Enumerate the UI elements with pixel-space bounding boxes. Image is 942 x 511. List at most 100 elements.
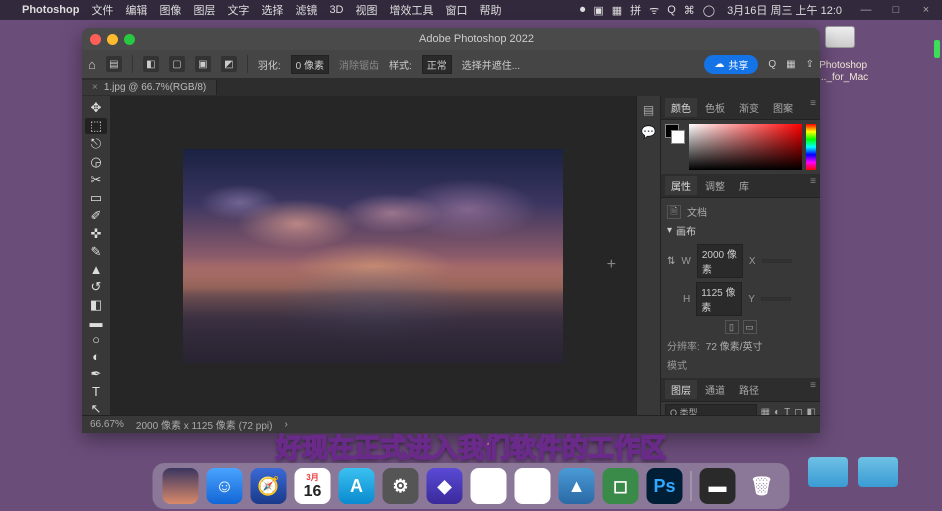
y-input[interactable] [761, 297, 791, 301]
tool-preset-icon[interactable]: ◧ [143, 56, 159, 72]
panel-menu-icon[interactable]: ≡ [810, 380, 816, 399]
tab-adjustments[interactable]: 调整 [699, 176, 731, 195]
dock-launchpad[interactable]: ▦ [515, 468, 551, 504]
layer-filter-select[interactable]: Q 类型 [665, 404, 757, 415]
workspace-icon[interactable]: ▦ [786, 59, 795, 70]
dock-finder[interactable]: ☺ [207, 468, 243, 504]
tab-properties[interactable]: 属性 [665, 176, 697, 195]
zoom-level[interactable]: 66.67% [90, 419, 124, 430]
outer-minimize-button[interactable]: — [860, 4, 872, 16]
share-button[interactable]: ☁共享 [704, 55, 758, 74]
desktop-drive[interactable] [820, 26, 860, 52]
dock-thumbnail[interactable] [163, 468, 199, 504]
status-app-icon[interactable]: ▦ [612, 4, 622, 17]
tab-layers[interactable]: 图层 [665, 380, 697, 399]
gradient-tool[interactable]: ▬ [85, 315, 107, 330]
tab-paths[interactable]: 路径 [733, 380, 765, 399]
status-stop-icon[interactable]: ▣ [593, 4, 603, 17]
lasso-tool[interactable]: ⎋ [85, 136, 107, 152]
width-input[interactable]: 2000 像素 [697, 244, 743, 278]
tab-channels[interactable]: 通道 [699, 380, 731, 399]
menu-edit[interactable]: 编辑 [125, 2, 147, 18]
cloud-docs-icon[interactable]: ▤ [106, 56, 122, 72]
comments-panel-icon[interactable]: 💬 [641, 124, 657, 140]
x-input[interactable] [762, 259, 792, 263]
dock-app4[interactable]: ◻ [603, 468, 639, 504]
new-selection-icon[interactable]: ▢ [169, 56, 185, 72]
outer-maximize-button[interactable]: □ [890, 4, 902, 16]
menu-image[interactable]: 图像 [159, 2, 181, 18]
filter-type-icon[interactable]: T [784, 407, 790, 415]
crop-tool[interactable]: ✂ [85, 172, 107, 188]
feather-input[interactable]: 0 像素 [291, 55, 329, 74]
tab-color[interactable]: 颜色 [665, 98, 697, 117]
eraser-tool[interactable]: ◧ [85, 297, 107, 313]
menu-3d[interactable]: 3D [329, 4, 343, 16]
style-select[interactable]: 正常 [422, 55, 452, 74]
filter-smart-icon[interactable]: ◧ [807, 407, 816, 415]
menu-window[interactable]: 窗口 [446, 2, 468, 18]
frame-tool[interactable]: ▭ [85, 190, 107, 206]
home-icon[interactable]: ⌂ [88, 57, 96, 72]
menu-filter[interactable]: 滤镜 [295, 2, 317, 18]
menu-type[interactable]: 文字 [227, 2, 249, 18]
select-mask-button[interactable]: 选择并遮住... [462, 57, 520, 72]
wifi-icon[interactable]: ᯤ [649, 3, 659, 18]
add-selection-icon[interactable]: ▣ [195, 56, 211, 72]
portrait-icon[interactable]: ▯ [725, 320, 739, 334]
antialias-checkbox[interactable]: 消除锯齿 [339, 57, 379, 72]
menu-help[interactable]: 帮助 [480, 2, 502, 18]
canvas-area[interactable]: + [110, 96, 636, 415]
siri-icon[interactable]: ◯ [703, 4, 715, 17]
dock-recent[interactable]: ▬ [700, 468, 736, 504]
menu-layer[interactable]: 图层 [193, 2, 215, 18]
history-panel-icon[interactable]: ▤ [641, 102, 657, 118]
share-export-icon[interactable]: ⇪ [806, 59, 814, 70]
zoom-button[interactable] [124, 34, 135, 45]
history-brush-tool[interactable]: ↺ [85, 279, 107, 295]
path-tool[interactable]: ↖ [85, 401, 107, 415]
brush-tool[interactable]: ✎ [85, 244, 107, 260]
chevron-down-icon[interactable]: ▾ [667, 225, 672, 236]
document-tab[interactable]: × 1.jpg @ 66.7%(RGB/8) [82, 80, 217, 95]
height-input[interactable]: 1125 像素 [696, 282, 742, 316]
status-ime-icon[interactable]: 拼 [630, 2, 641, 18]
ps-titlebar[interactable]: Adobe Photoshop 2022 [82, 28, 820, 50]
tab-gradients[interactable]: 渐变 [733, 98, 765, 117]
filter-shape-icon[interactable]: ◻ [794, 407, 802, 415]
type-tool[interactable]: T [85, 384, 107, 399]
marquee-tool[interactable]: ⬚ [85, 118, 107, 134]
hue-slider[interactable] [806, 124, 816, 170]
blur-tool[interactable]: ○ [85, 332, 107, 347]
dock-app1[interactable]: ◆ [427, 468, 463, 504]
color-field[interactable] [689, 124, 802, 170]
selection-tool[interactable]: ◶ [85, 154, 107, 170]
tab-patterns[interactable]: 图案 [767, 98, 799, 117]
search-icon[interactable]: Q [768, 59, 776, 70]
desktop-folder-2[interactable] [858, 457, 898, 487]
landscape-icon[interactable]: ▭ [743, 320, 757, 334]
menu-view[interactable]: 视图 [356, 2, 378, 18]
stamp-tool[interactable]: ▲ [85, 262, 107, 277]
canvas-image[interactable] [183, 149, 563, 363]
subtract-selection-icon[interactable]: ◩ [221, 56, 237, 72]
eyedropper-tool[interactable]: ✐ [85, 208, 107, 224]
spotlight-icon[interactable]: Q [667, 4, 676, 16]
close-button[interactable] [90, 34, 101, 45]
menu-plugins[interactable]: 增效工具 [390, 2, 434, 18]
panel-menu-icon[interactable]: ≡ [810, 176, 816, 195]
dock-app3[interactable]: ▲ [559, 468, 595, 504]
tab-swatches[interactable]: 色板 [699, 98, 731, 117]
pen-tool[interactable]: ✒ [85, 366, 107, 382]
menubar-clock[interactable]: 3月16日 周三 上午 12:0 [727, 2, 842, 18]
tab-close-icon[interactable]: × [92, 82, 98, 93]
filter-adjust-icon[interactable]: ◐ [774, 407, 780, 415]
filter-pixel-icon[interactable]: ▦ [761, 407, 770, 415]
minimize-button[interactable] [107, 34, 118, 45]
add-artboard-icon[interactable]: + [607, 256, 616, 274]
panel-color-swatches[interactable] [665, 124, 685, 144]
doc-info[interactable]: 2000 像素 x 1125 像素 (72 ppi) [136, 417, 273, 432]
link-wh-icon[interactable]: ⇅ [667, 256, 675, 267]
dock-appstore[interactable]: A [339, 468, 375, 504]
menu-file[interactable]: 文件 [91, 2, 113, 18]
